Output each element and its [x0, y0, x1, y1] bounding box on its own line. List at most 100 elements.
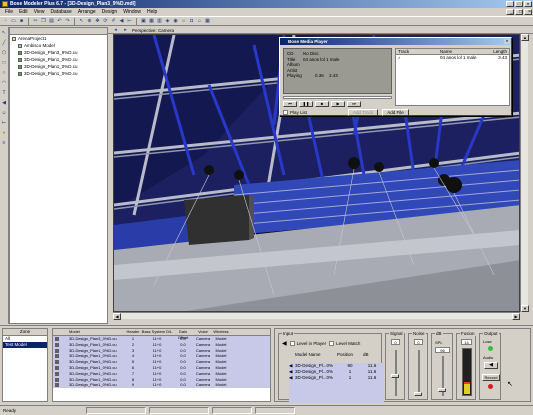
model-column-header[interactable]: Model: [67, 329, 125, 335]
menu-file[interactable]: File: [2, 9, 16, 15]
menu-help[interactable]: Help: [144, 9, 160, 15]
view-top-icon[interactable]: ▦: [148, 18, 155, 25]
spl-slider[interactable]: [438, 388, 446, 392]
redo-icon[interactable]: ↷: [64, 18, 71, 25]
bass-column-header[interactable]: Bass System D/L: [141, 329, 173, 335]
ruler-icon[interactable]: ⊢: [126, 18, 133, 25]
view-prev-icon[interactable]: ◂: [112, 27, 119, 34]
add-file-button[interactable]: Add File: [382, 109, 409, 116]
track-column-header[interactable]: Track: [396, 49, 438, 54]
new-icon[interactable]: ▫: [2, 18, 9, 25]
track-row[interactable]: ♪ 04 anos lol 1 male 3.43: [396, 55, 509, 61]
polygon-icon[interactable]: ⬠: [1, 49, 8, 57]
speaker-table[interactable]: Model Header Bass System D/L Gain Offset…: [52, 328, 271, 402]
close-icon[interactable]: ×: [504, 39, 510, 44]
view-3d-icon[interactable]: ◈: [164, 18, 171, 25]
view-side-icon[interactable]: ▥: [156, 18, 163, 25]
pause-icon[interactable]: ❚❚: [299, 101, 313, 107]
speaker-place-icon[interactable]: ◀: [1, 99, 8, 107]
track-list[interactable]: Track Name Length ♪ 04 anos lol 1 male 3…: [395, 48, 510, 106]
stop-icon[interactable]: ■: [315, 101, 329, 107]
mdi-close-button[interactable]: ×: [524, 9, 532, 15]
list-item[interactable]: ◀ 3D-Design_Pl...0% 1 11.6: [289, 375, 384, 381]
voice-column-header[interactable]: Voice: [193, 329, 213, 335]
length-column-header[interactable]: Length: [488, 49, 509, 54]
grid-icon[interactable]: #: [110, 18, 117, 25]
view-next-icon[interactable]: ▸: [122, 27, 129, 34]
level-in-player-checkbox[interactable]: Level in Player: [289, 341, 326, 347]
play-list-checkbox[interactable]: Play List: [283, 110, 307, 116]
box-icon[interactable]: □: [1, 59, 8, 67]
listener-icon[interactable]: ☺: [1, 109, 8, 117]
camera-icon[interactable]: ◘: [188, 18, 195, 25]
arc-icon[interactable]: ◠: [1, 79, 8, 87]
seek-slider[interactable]: [283, 96, 392, 99]
circle-icon[interactable]: ○: [1, 69, 8, 77]
menu-database[interactable]: Database: [47, 9, 74, 15]
horizontal-scrollbar[interactable]: ◀ ▶: [113, 312, 520, 320]
menu-arrange[interactable]: Arrange: [75, 9, 99, 15]
pan-icon[interactable]: ✥: [94, 18, 101, 25]
input-list[interactable]: ◀ 3D-Design_Pl...0% 90 11.6 ◀ 3D-Design_Pl..…: [289, 363, 384, 403]
tree-item[interactable]: Ambisco Model: [10, 42, 107, 49]
open-icon[interactable]: ▭: [10, 18, 17, 25]
tree-item[interactable]: 3D-Design_Plan1_0%D.cu: [10, 56, 107, 63]
cut-icon[interactable]: ✂: [32, 18, 39, 25]
scroll-right-icon[interactable]: ▶: [512, 313, 520, 320]
close-button[interactable]: ×: [524, 1, 532, 7]
minimize-button[interactable]: _: [506, 1, 514, 7]
menu-design[interactable]: Design: [99, 9, 121, 15]
grid-alt-icon[interactable]: ▦: [204, 18, 211, 25]
tree-root[interactable]: ArenaProject1: [10, 35, 107, 42]
menu-edit[interactable]: Edit: [16, 9, 31, 15]
save-icon[interactable]: ■: [18, 18, 25, 25]
maximize-button[interactable]: □: [515, 1, 523, 7]
noise-slider[interactable]: [414, 392, 422, 396]
view-front-icon[interactable]: ▣: [140, 18, 147, 25]
signal-slider[interactable]: [391, 374, 399, 378]
header-column-header[interactable]: Header: [125, 329, 141, 335]
home-icon[interactable]: ⌂: [196, 18, 203, 25]
play-icon[interactable]: ▶: [331, 101, 345, 107]
vertical-scrollbar[interactable]: ▲ ▼: [520, 34, 529, 312]
next-icon[interactable]: ⏭: [347, 101, 361, 107]
scroll-down-icon[interactable]: ▼: [521, 305, 529, 312]
light-icon[interactable]: ☼: [180, 18, 187, 25]
tree-item[interactable]: 3D-Design_Plan1_0%D.cu: [10, 63, 107, 70]
pointer-icon[interactable]: ↖: [1, 29, 8, 37]
text-icon[interactable]: T: [1, 89, 8, 97]
line-icon[interactable]: ╱: [1, 39, 8, 47]
render-icon[interactable]: ◉: [172, 18, 179, 25]
signal-value[interactable]: 0: [391, 339, 400, 345]
zoom-icon[interactable]: ⊕: [86, 18, 93, 25]
table-row[interactable]: 3D-Design_Plan1_0%D.cu 9 11+0 0.0 Camera Mode…: [53, 382, 270, 389]
tree-item[interactable]: 3D-Design_Plan3_9%D.cu: [10, 49, 107, 56]
zone-item-test-model[interactable]: Test Model: [3, 342, 47, 348]
level-match-checkbox[interactable]: Level Match: [329, 341, 360, 347]
play-audio-button[interactable]: ◀: [484, 362, 498, 369]
speaker-icon[interactable]: ◀: [118, 18, 125, 25]
wireless-column-header[interactable]: Wireless: [213, 329, 229, 335]
scroll-left-icon[interactable]: ◀: [113, 313, 121, 320]
menu-window[interactable]: Window: [120, 9, 144, 15]
zone-list[interactable]: Zone All Test Model: [2, 328, 48, 402]
copy-icon[interactable]: ❐: [40, 18, 47, 25]
record-button[interactable]: Record: [482, 374, 500, 381]
measure-icon[interactable]: ⊢: [1, 119, 8, 127]
name-column-header[interactable]: Name: [438, 49, 488, 54]
layer-icon[interactable]: ≡: [1, 139, 8, 147]
rotate-icon[interactable]: ⟳: [102, 18, 109, 25]
light-bulb-icon[interactable]: ●: [1, 129, 8, 137]
select-icon[interactable]: ↖: [78, 18, 85, 25]
mdi-minimize-button[interactable]: _: [506, 9, 514, 15]
undo-icon[interactable]: ↶: [56, 18, 63, 25]
noise-value[interactable]: 0: [414, 339, 423, 345]
mdi-restore-button[interactable]: □: [515, 9, 523, 15]
paste-icon[interactable]: ▤: [48, 18, 55, 25]
previous-icon[interactable]: ⏮: [283, 101, 297, 107]
gain-column-header[interactable]: Gain Offset: [173, 329, 193, 340]
tree-item[interactable]: 3D-Design_Plan1_0%D.cu: [10, 70, 107, 77]
add-track-button[interactable]: Add Track: [348, 109, 379, 116]
scroll-up-icon[interactable]: ▲: [521, 34, 529, 41]
menu-view[interactable]: View: [31, 9, 48, 15]
